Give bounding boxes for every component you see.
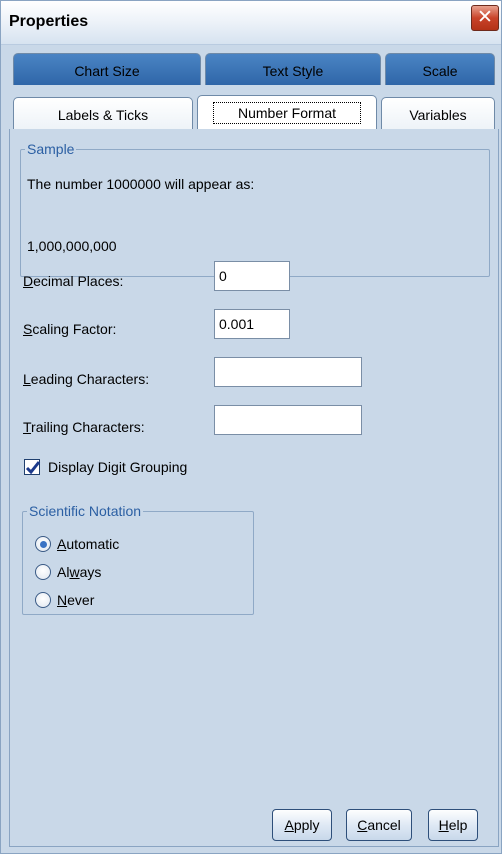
sample-description: The number 1000000 will appear as: xyxy=(27,176,255,192)
scaling-factor-label: Scaling Factor: xyxy=(23,321,117,337)
scientific-notation-group: Scientific Notation Automatic Always Nev… xyxy=(22,503,254,615)
decimal-places-label: Decimal Places: xyxy=(23,273,124,289)
tab-strip: Chart Size Text Style Scale Labels & Tic… xyxy=(9,53,499,133)
digit-grouping-checkbox[interactable] xyxy=(24,459,41,475)
tab-variables[interactable]: Variables xyxy=(381,97,495,129)
scaling-factor-input[interactable]: 0.001 xyxy=(214,309,290,339)
radio-automatic-label[interactable]: Automatic xyxy=(57,536,119,552)
help-button[interactable]: Help xyxy=(428,809,478,841)
tab-number-format-label: Number Format xyxy=(212,102,362,124)
trailing-characters-label: Trailing Characters: xyxy=(23,419,145,435)
radio-automatic[interactable] xyxy=(35,536,51,552)
radio-never-label[interactable]: Never xyxy=(57,592,94,608)
cancel-button[interactable]: Cancel xyxy=(346,809,412,841)
sample-legend: Sample xyxy=(25,141,77,157)
tab-text-style[interactable]: Text Style xyxy=(205,53,381,85)
leading-characters-input[interactable] xyxy=(214,357,362,387)
checkmark-icon xyxy=(25,461,41,475)
apply-button[interactable]: Apply xyxy=(272,809,332,841)
close-button[interactable]: ✕ xyxy=(471,5,499,31)
sample-group: Sample The number 1000000 will appear as… xyxy=(20,141,490,277)
trailing-characters-input[interactable] xyxy=(214,405,362,435)
radio-always-label[interactable]: Always xyxy=(57,564,101,580)
sample-result: 1,000,000,000 xyxy=(27,238,117,254)
radio-never[interactable] xyxy=(35,592,51,608)
radio-always[interactable] xyxy=(35,564,51,580)
scientific-notation-legend: Scientific Notation xyxy=(27,503,144,519)
decimal-places-input[interactable]: 0 xyxy=(214,261,290,291)
title-bar: Properties ✕ xyxy=(1,1,501,45)
digit-grouping-label[interactable]: Display Digit Grouping xyxy=(48,459,187,475)
tab-labels-ticks[interactable]: Labels & Ticks xyxy=(13,97,193,129)
properties-dialog: Properties ✕ Chart Size Text Style Scale… xyxy=(0,0,502,854)
tab-scale[interactable]: Scale xyxy=(385,53,495,85)
close-icon: ✕ xyxy=(477,6,493,28)
tab-number-format[interactable]: Number Format xyxy=(197,95,377,129)
tab-chart-size[interactable]: Chart Size xyxy=(13,53,201,85)
leading-characters-label: Leading Characters: xyxy=(23,371,150,387)
number-format-panel: Sample The number 1000000 will appear as… xyxy=(9,129,499,847)
dialog-title: Properties xyxy=(9,13,89,30)
